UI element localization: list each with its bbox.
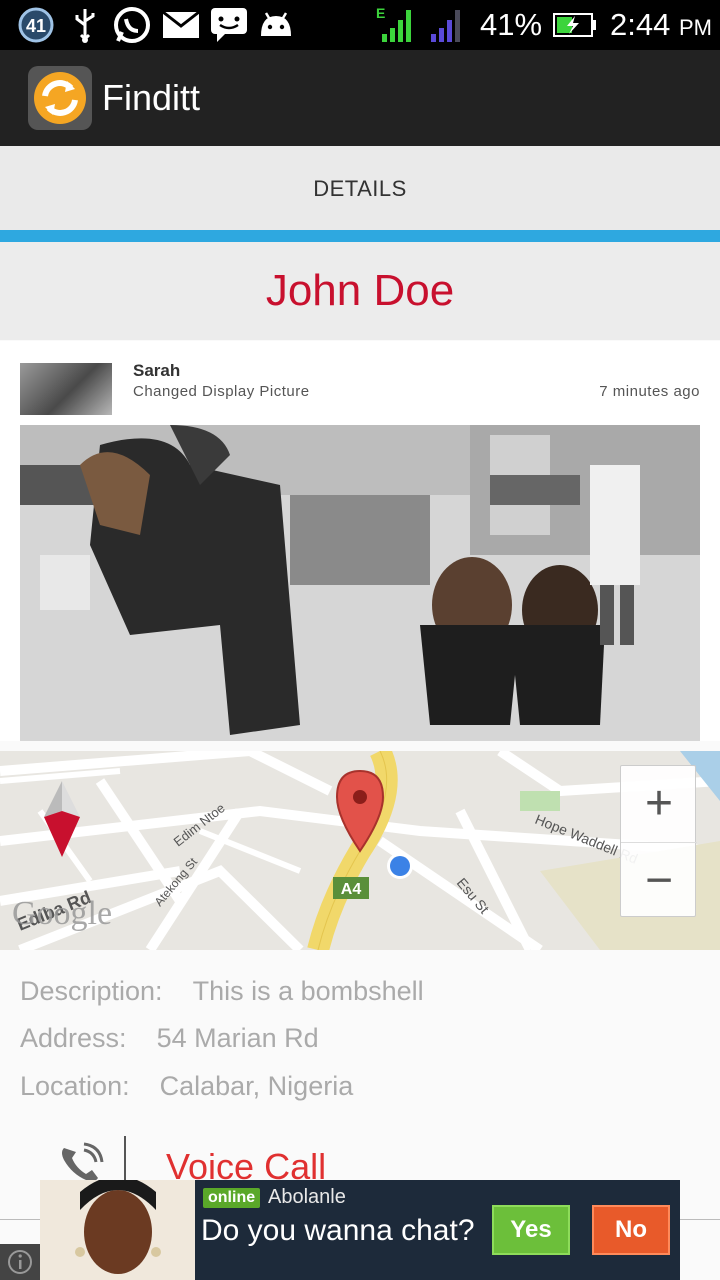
feed-action: Changed Display Picture xyxy=(133,383,310,400)
feed-thumbnail[interactable] xyxy=(20,363,112,415)
divider xyxy=(124,1136,126,1186)
tab-indicator xyxy=(0,230,720,242)
ad-yes-button[interactable]: Yes xyxy=(492,1205,570,1255)
feed-user: Sarah xyxy=(133,361,181,380)
clock: 2:44 PM xyxy=(610,6,712,44)
sms-icon xyxy=(208,6,250,44)
ad-info-icon[interactable] xyxy=(0,1244,40,1280)
zoom-out-button[interactable]: − xyxy=(621,842,697,918)
my-location-dot-icon xyxy=(387,853,413,879)
app-title: Finditt xyxy=(102,77,201,118)
ad-no-button[interactable]: No xyxy=(592,1205,670,1255)
app-bar: Finditt xyxy=(0,50,720,146)
route-badge: A4 xyxy=(341,881,362,898)
clock-time: 2:44 xyxy=(610,7,671,42)
notification-count: 41 xyxy=(26,16,46,36)
description-row: Description: This is a bombshell xyxy=(20,976,424,1007)
map-view[interactable]: A4 Ediba Rd Edim Ntoe Atekong St Esu St … xyxy=(0,751,720,950)
battery-charging-icon xyxy=(552,6,598,44)
description-label: Description: xyxy=(20,976,163,1006)
address-value: 54 Marian Rd xyxy=(156,1023,319,1053)
network-type: E xyxy=(376,6,385,21)
map-logo: Google xyxy=(12,895,113,932)
location-value: Calabar, Nigeria xyxy=(159,1071,354,1101)
usb-icon xyxy=(70,6,100,44)
feed-photo[interactable] xyxy=(20,425,700,741)
feed-timestamp: 7 minutes ago xyxy=(599,383,700,400)
ad-username: Abolanle xyxy=(268,1186,346,1208)
address-row: Address: 54 Marian Rd xyxy=(20,1023,319,1054)
chat-ad-banner[interactable]: online Abolanle Do you wanna chat? Yes N… xyxy=(40,1180,680,1280)
tab-details[interactable]: DETAILS xyxy=(0,176,720,202)
whatsapp-icon xyxy=(110,6,154,44)
tab-bar: DETAILS xyxy=(0,146,720,242)
status-bar: 41 E 41% 2:44 PM xyxy=(0,0,720,50)
feed-card[interactable]: Sarah Changed Display Picture 7 minutes … xyxy=(0,341,720,741)
clock-ampm: PM xyxy=(678,15,712,40)
zoom-in-button[interactable]: + xyxy=(621,766,697,842)
ad-question: Do you wanna chat? xyxy=(201,1214,475,1247)
person-name: John Doe xyxy=(265,266,455,315)
signal-icon xyxy=(426,6,466,44)
online-badge: online xyxy=(203,1188,261,1208)
battery-percent: 41% xyxy=(480,7,543,42)
name-header: John Doe xyxy=(0,242,720,340)
android-icon xyxy=(256,6,296,44)
description-value: This is a bombshell xyxy=(192,976,424,1006)
address-label: Address: xyxy=(20,1023,127,1053)
ad-avatar xyxy=(40,1180,195,1280)
mail-icon xyxy=(160,6,202,44)
zoom-controls: + − xyxy=(620,765,697,918)
signal-icon: E xyxy=(376,6,416,44)
location-row: Location: Calabar, Nigeria xyxy=(20,1071,353,1102)
notification-badge-icon: 41 xyxy=(16,6,56,44)
location-label: Location: xyxy=(20,1071,130,1101)
finditt-logo-icon[interactable] xyxy=(28,66,92,130)
